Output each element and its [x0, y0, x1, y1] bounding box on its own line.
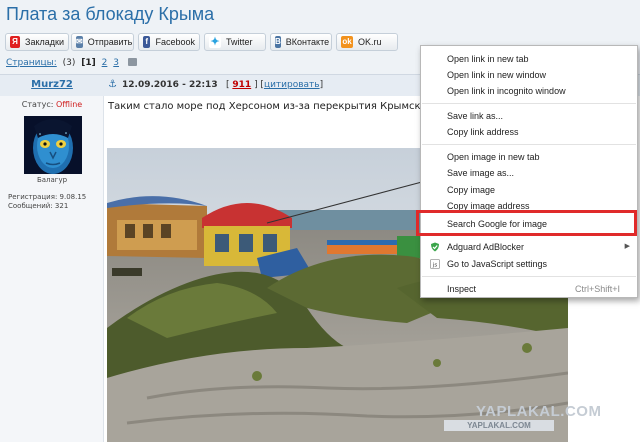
inspect-shortcut: Ctrl+Shift+I [574, 284, 620, 294]
highlight-box [416, 210, 637, 236]
context-menu: Open link in new tab Open link in new wi… [420, 45, 638, 298]
ok-button[interactable]: ok OK.ru [336, 33, 398, 51]
rating-bracket-close: ] [ [254, 80, 264, 90]
menu-open-link-new-tab[interactable]: Open link in new tab [422, 51, 636, 67]
author-name[interactable]: Murz72 [0, 79, 104, 90]
adguard-label: Adguard AdBlocker [447, 242, 525, 252]
inspect-label: Inspect [447, 284, 477, 294]
menu-separator [422, 103, 636, 104]
bookmarks-button[interactable]: Я Закладки [5, 33, 69, 51]
avatar[interactable] [24, 116, 82, 174]
print-icon[interactable] [127, 58, 137, 66]
menu-save-image-as[interactable]: Save image as... [422, 165, 636, 181]
anchor-icon[interactable]: ⚓ [108, 79, 117, 90]
quote-bracket-close: ] [319, 80, 324, 90]
user-rank: Балагур [36, 176, 68, 184]
twitter-label: Twitter [226, 37, 253, 47]
rating-bracket-open: [ [226, 80, 230, 90]
watermark: YAPLAKAL.COM YAPLAKAL.COM [444, 403, 620, 437]
page-count: (3) [62, 58, 76, 68]
bookmarks-label: Закладки [25, 37, 64, 47]
facebook-button[interactable]: f Facebook [138, 33, 200, 51]
menu-adguard-adblocker[interactable]: Adguard AdBlocker ▶ [422, 239, 636, 255]
facebook-icon: f [143, 36, 151, 48]
status-label: Статус: [21, 100, 54, 109]
current-page: [1] [81, 58, 96, 68]
send-label: Отправить [87, 37, 133, 47]
page-link-2[interactable]: 2 [102, 58, 108, 68]
javascript-settings-label: Go to JavaScript settings [447, 259, 548, 269]
registration-date: Регистрация: 9.08.15 [8, 193, 87, 201]
status-line: Статус: Offline [0, 100, 104, 109]
twitter-icon: ✦ [209, 36, 221, 48]
post-rating: [ 911 ] [цитировать] [226, 80, 323, 90]
ok-label: OK.ru [358, 37, 382, 47]
send-button[interactable]: ✉ Отправить [71, 33, 134, 51]
twitter-button[interactable]: ✦ Twitter [204, 33, 266, 51]
svg-text:js: js [432, 263, 438, 269]
yandex-icon: Я [10, 36, 21, 48]
author-column: Статус: Offline Балагур Регистрация: 9.0… [0, 96, 104, 442]
adguard-shield-icon [431, 242, 439, 252]
registration-info: Регистрация: 9.08.15 Сообщений: 321 [8, 193, 86, 211]
watermark-main: YAPLAKAL.COM [476, 403, 602, 420]
menu-open-image-new-tab[interactable]: Open image in new tab [422, 149, 636, 165]
envelope-icon: ✉ [76, 36, 83, 48]
submenu-arrow-icon: ▶ [624, 243, 630, 250]
vkontakte-button[interactable]: В ВКонтакте [270, 33, 332, 51]
menu-copy-link-address[interactable]: Copy link address [422, 124, 636, 140]
status-value: Offline [55, 100, 83, 109]
menu-javascript-settings[interactable]: js Go to JavaScript settings [422, 256, 636, 272]
quote-link[interactable]: цитировать [264, 80, 320, 90]
message-count: Сообщений: 321 [8, 202, 69, 210]
avatar-image [24, 116, 82, 174]
watermark-sub: YAPLAKAL.COM [444, 420, 554, 431]
menu-separator [422, 144, 636, 145]
javascript-icon: js [430, 259, 440, 269]
pages-label[interactable]: Страницы: [6, 58, 57, 68]
post-text: Таким стало море под Херсоном из-за пере… [108, 101, 448, 112]
menu-open-link-new-window[interactable]: Open link in new window [422, 67, 636, 83]
odnoklassniki-icon: ok [341, 36, 353, 48]
vk-icon: В [275, 36, 281, 48]
menu-inspect[interactable]: Inspect Ctrl+Shift+I [422, 281, 636, 297]
rating-value[interactable]: 911 [232, 80, 251, 90]
vkontakte-label: ВКонтакте [285, 37, 330, 47]
page-title: Плата за блокаду Крыма [6, 4, 215, 24]
post-date: 12.09.2016 - 22:13 [122, 80, 218, 90]
menu-save-link-as[interactable]: Save link as... [422, 108, 636, 124]
page-link-3[interactable]: 3 [113, 58, 119, 68]
menu-open-link-incognito[interactable]: Open link in incognito window [422, 83, 636, 99]
facebook-label: Facebook [155, 37, 195, 47]
menu-separator [422, 276, 636, 277]
menu-copy-image[interactable]: Copy image [422, 182, 636, 198]
title-bar: Плата за блокаду Крыма [0, 0, 640, 30]
